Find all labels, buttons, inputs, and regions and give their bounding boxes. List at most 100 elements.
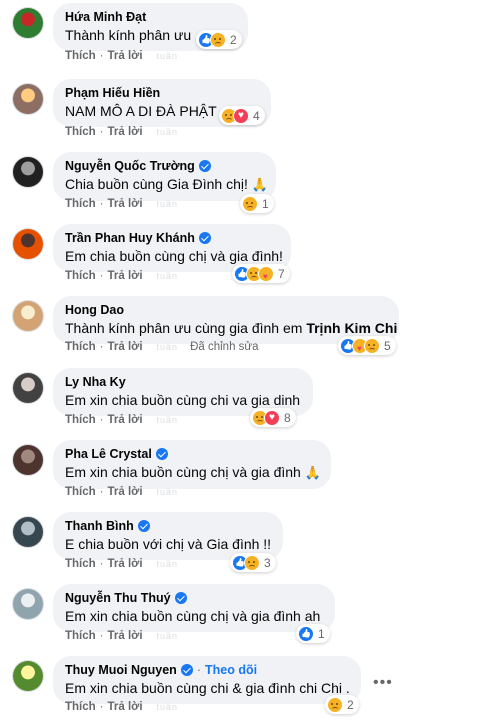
comment-timestamp[interactable]: tuần xyxy=(157,559,179,569)
sad-reaction-icon xyxy=(244,554,260,571)
comment-timestamp[interactable]: tuần xyxy=(157,271,179,281)
comment-text: Em xin chia buồn cùng chị và gia đình ah xyxy=(65,608,323,624)
avatar[interactable] xyxy=(12,228,44,260)
reply-link[interactable]: Trả lời xyxy=(108,630,143,642)
comment-body: E chia buồn với chị và Gia đình !! xyxy=(65,536,272,552)
comment-body: Em chia buồn cùng chị và gia đình! xyxy=(65,248,283,264)
follow-link[interactable]: Theo dõi xyxy=(205,663,257,677)
like-link[interactable]: Thích xyxy=(65,701,96,713)
sad-reaction-icon xyxy=(327,696,343,713)
edited-label[interactable]: Đã chỉnh sửa xyxy=(190,341,258,353)
avatar[interactable] xyxy=(12,660,44,692)
comment-timestamp[interactable]: tuần xyxy=(157,199,179,209)
avatar[interactable] xyxy=(12,516,44,548)
comment-bubble: Nguyễn Quốc Trường Chia buồn cùng Gia Đìn… xyxy=(53,152,276,201)
comment-timestamp[interactable]: tuần xyxy=(157,415,179,425)
author-name[interactable]: Thuy Muoi Nguyen xyxy=(65,663,177,677)
comment: Hứa Minh Đạt Thành kính phân ưu 2 Thích· Trả… xyxy=(0,3,500,75)
reaction-summary[interactable]: 8 xyxy=(250,408,296,427)
comment-body: Em xin chia buồn cùng chi va gia dinh xyxy=(65,392,301,408)
separator-dot: · xyxy=(99,50,104,62)
separator-dot: · xyxy=(99,701,104,713)
comment: Trần Phan Huy Khánh Em chia buồn cùng chị… xyxy=(0,224,500,296)
comment-author[interactable]: Trần Phan Huy Khánh xyxy=(65,231,279,245)
comment: Phạm Hiếu Hiền NAM MÔ A DI ĐÀ PHẬT 4 Thích·… xyxy=(0,79,500,151)
comment-timestamp[interactable]: tuần xyxy=(157,702,179,712)
avatar[interactable] xyxy=(12,372,44,404)
comment: Thuy Muoi Nguyen · Theo dõi Em xin chia buồ… xyxy=(0,656,500,720)
comment-author[interactable]: Thuy Muoi Nguyen · Theo dõi xyxy=(65,663,349,677)
comment-actions: Thích · Trả lời tuần Đã chỉnh sửa xyxy=(65,341,259,353)
like-link[interactable]: Thích xyxy=(65,486,96,498)
comment-actions: Thích · Trả lời tuần xyxy=(65,701,178,713)
reply-link[interactable]: Trả lời xyxy=(108,198,143,210)
comment-text: Thành kính phân ưu cùng gia đình em Trịn… xyxy=(65,320,397,336)
more-options-button[interactable]: ••• xyxy=(373,674,393,692)
comment-author[interactable]: Phạm Hiếu Hiền xyxy=(65,86,259,100)
reaction-count: 2 xyxy=(347,697,354,712)
author-name[interactable]: Hứa Minh Đạt xyxy=(65,10,146,24)
reaction-summary[interactable]: 4 xyxy=(219,106,265,125)
like-link[interactable]: Thích xyxy=(65,198,96,210)
reaction-summary[interactable]: 3 xyxy=(230,553,276,572)
author-name[interactable]: Thanh Bình xyxy=(65,519,134,533)
comment-body: Em xin chia buồn cùng chi & gia đình chi… xyxy=(65,680,350,696)
comment-author[interactable]: Nguyễn Thu Thuý xyxy=(65,591,323,605)
reaction-summary[interactable]: 1 xyxy=(240,194,274,213)
reply-link[interactable]: Trả lời xyxy=(108,50,143,62)
author-name[interactable]: Ly Nha Ky xyxy=(65,375,126,389)
comment-author[interactable]: Ly Nha Ky xyxy=(65,375,301,389)
comment-body: Chia buồn cùng Gia Đình chị! xyxy=(65,176,248,192)
like-link[interactable]: Thích xyxy=(65,270,96,282)
like-link[interactable]: Thích xyxy=(65,50,96,62)
like-link[interactable]: Thích xyxy=(65,558,96,570)
like-link[interactable]: Thích xyxy=(65,414,96,426)
reaction-summary[interactable]: 1 xyxy=(296,624,330,643)
reaction-summary[interactable]: 5 xyxy=(338,336,396,355)
reply-link[interactable]: Trả lời xyxy=(108,701,143,713)
avatar[interactable] xyxy=(12,83,44,115)
tagged-user-link[interactable]: Trịnh Kim Chi xyxy=(306,320,397,336)
like-link[interactable]: Thích xyxy=(65,630,96,642)
comment-author[interactable]: Hong Dao xyxy=(65,303,387,317)
reaction-count: 8 xyxy=(284,410,291,425)
avatar[interactable] xyxy=(12,156,44,188)
author-name[interactable]: Pha Lê Crystal xyxy=(65,447,152,461)
author-name[interactable]: Phạm Hiếu Hiền xyxy=(65,86,160,100)
avatar[interactable] xyxy=(12,588,44,620)
reaction-summary[interactable]: 2 xyxy=(325,695,359,714)
comment: Pha Lê Crystal Em xin chia buồn cùng chị … xyxy=(0,440,500,512)
reaction-count: 3 xyxy=(264,555,271,570)
comment-author[interactable]: Thanh Bình xyxy=(65,519,271,533)
author-name[interactable]: Hong Dao xyxy=(65,303,124,317)
reply-link[interactable]: Trả lời xyxy=(108,270,143,282)
comment-author[interactable]: Hứa Minh Đạt xyxy=(65,10,236,24)
comment-timestamp[interactable]: tuần xyxy=(157,51,179,61)
reaction-summary[interactable]: 7 xyxy=(232,264,290,283)
comment-timestamp[interactable]: tuần xyxy=(157,487,179,497)
author-name[interactable]: Nguyễn Quốc Trường xyxy=(65,159,195,173)
avatar[interactable] xyxy=(12,7,44,39)
comment-text: Em xin chia buồn cùng chi va gia dinh xyxy=(65,392,301,408)
comment-actions: Thích · Trả lời tuần xyxy=(65,126,178,138)
avatar[interactable] xyxy=(12,300,44,332)
comment-author[interactable]: Nguyễn Quốc Trường xyxy=(65,159,264,173)
reply-link[interactable]: Trả lời xyxy=(108,414,143,426)
comment-timestamp[interactable]: tuần xyxy=(157,127,179,137)
comment: Nguyễn Quốc Trường Chia buồn cùng Gia Đìn… xyxy=(0,152,500,224)
reply-link[interactable]: Trả lời xyxy=(108,486,143,498)
author-name[interactable]: Trần Phan Huy Khánh xyxy=(65,231,195,245)
reply-link[interactable]: Trả lời xyxy=(108,558,143,570)
like-link[interactable]: Thích xyxy=(65,341,96,353)
reaction-count: 1 xyxy=(318,626,325,641)
comment-author[interactable]: Pha Lê Crystal xyxy=(65,447,319,461)
reaction-count: 5 xyxy=(384,338,391,353)
comment-timestamp[interactable]: tuần xyxy=(157,342,179,352)
author-name[interactable]: Nguyễn Thu Thuý xyxy=(65,591,171,605)
reply-link[interactable]: Trả lời xyxy=(108,126,143,138)
reply-link[interactable]: Trả lời xyxy=(108,341,143,353)
comment-timestamp[interactable]: tuần xyxy=(157,631,179,641)
reaction-summary[interactable]: 2 xyxy=(196,30,242,49)
like-link[interactable]: Thích xyxy=(65,126,96,138)
avatar[interactable] xyxy=(12,444,44,476)
